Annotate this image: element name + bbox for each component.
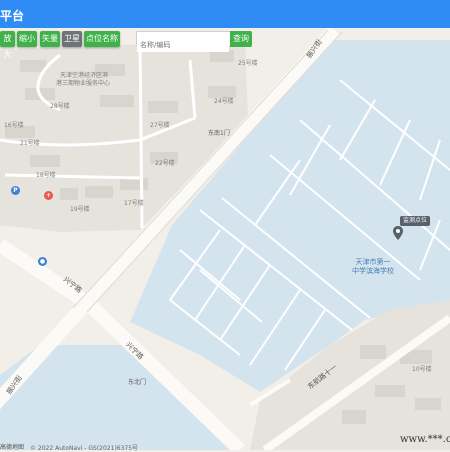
area-label: 24号楼 bbox=[214, 98, 234, 105]
zoom-out-button[interactable]: 缩小 bbox=[17, 31, 37, 47]
area-label: 18号楼 bbox=[36, 172, 56, 179]
area-label: 10号楼 bbox=[412, 366, 432, 373]
gate-label: 东南1门 bbox=[208, 130, 230, 137]
area-label: 25号楼 bbox=[238, 60, 258, 67]
school-name-line2: 中学滨海学校 bbox=[352, 267, 394, 275]
area-label: 21号楼 bbox=[20, 140, 40, 147]
area-label: 28号楼 bbox=[50, 103, 70, 110]
search-input[interactable] bbox=[137, 38, 229, 52]
parking-icon: P bbox=[11, 186, 20, 195]
gate-label: 东北门 bbox=[128, 379, 147, 386]
map-canvas[interactable] bbox=[0, 0, 450, 450]
school-label: 天津市第一 中学滨海学校 bbox=[352, 258, 394, 276]
area-label: 17号楼 bbox=[124, 200, 144, 207]
school-name-line1: 天津市第一 bbox=[355, 258, 391, 266]
area-label: 港三期物业服务中心 bbox=[56, 80, 111, 87]
monitor-point-label[interactable]: 监测点位 bbox=[400, 216, 430, 226]
copyright-text: © 2022 AutoNavi - GS(2021)6375号 bbox=[30, 445, 139, 452]
point-names-button[interactable]: 点位名称 bbox=[84, 31, 120, 47]
search-field[interactable] bbox=[136, 31, 231, 52]
top-bar: 平台 bbox=[0, 0, 450, 28]
watermark: www.***.com bbox=[400, 434, 450, 445]
area-label: 19号楼 bbox=[70, 206, 90, 213]
area-label: 27号楼 bbox=[150, 122, 170, 129]
satellite-layer-button[interactable]: 卫星 bbox=[62, 31, 82, 47]
map-pin-icon[interactable] bbox=[393, 226, 403, 240]
bus-stop-icon: ● bbox=[38, 257, 47, 266]
zoom-in-button[interactable]: 放大 bbox=[0, 31, 15, 59]
search-button[interactable]: 查询 bbox=[230, 31, 252, 47]
area-label: 16号楼 bbox=[4, 122, 24, 129]
app-title: 平台 bbox=[0, 9, 25, 23]
vector-layer-button[interactable]: 矢量 bbox=[40, 31, 60, 47]
hospital-icon: + bbox=[44, 191, 53, 200]
area-label: 22号楼 bbox=[155, 160, 175, 167]
